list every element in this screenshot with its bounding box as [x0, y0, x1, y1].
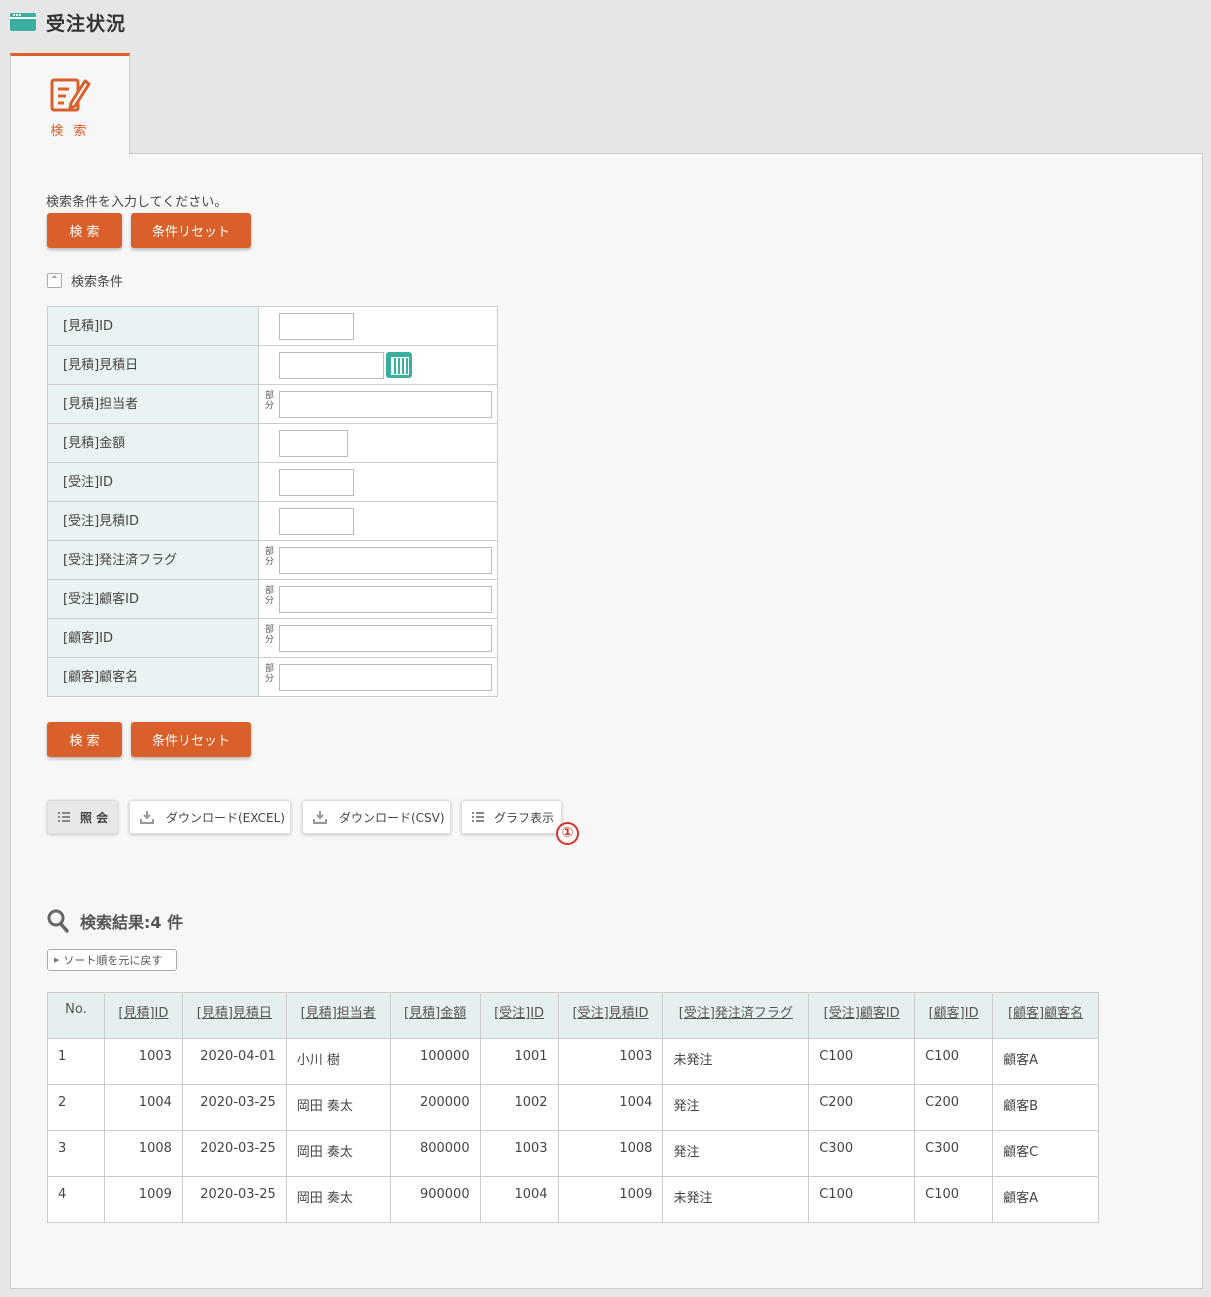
table-row[interactable]: 4 1009 2020-03-25 岡田 奏太 900000 1004 1009…	[47, 1176, 1099, 1223]
condition-row: [顧客]顧客名 部分	[47, 657, 498, 697]
download-csv-label: ダウンロード(CSV)	[339, 810, 445, 825]
table-row[interactable]: 2 1004 2020-03-25 岡田 奏太 200000 1002 1004…	[47, 1084, 1099, 1131]
page-header: 受注状況	[10, 9, 126, 35]
reset-button-top[interactable]: 条件リセット	[131, 213, 251, 248]
download-icon	[313, 811, 327, 824]
condition-row: [見積]金額	[47, 423, 498, 463]
column-header-no: No.	[47, 992, 105, 1039]
column-header-sortable[interactable]: [見積]担当者	[285, 992, 391, 1039]
column-header-sortable[interactable]: [見積]見積日	[181, 992, 287, 1039]
view-button-label: 照 会	[80, 810, 109, 825]
condition-row: [受注]発注済フラグ 部分	[47, 540, 498, 580]
order-estimate-id-input[interactable]	[279, 507, 354, 535]
list-icon	[58, 812, 70, 822]
column-header-sortable[interactable]: [顧客]顧客名	[992, 992, 1099, 1039]
order-customer-id-input[interactable]	[279, 585, 492, 613]
search-button-top[interactable]: 検 索	[47, 213, 122, 248]
partial-match-label: 部分	[265, 664, 275, 684]
sort-reset-label: ソート順を元に戻す	[63, 954, 163, 967]
view-button[interactable]: 照 会	[47, 800, 118, 834]
field-label: [受注]ID	[47, 462, 259, 502]
download-icon	[140, 811, 154, 824]
reset-button-bottom[interactable]: 条件リセット	[131, 722, 251, 757]
results-header: 検索結果:4 件	[47, 909, 183, 933]
condition-row: [受注]顧客ID 部分	[47, 579, 498, 619]
tab-search[interactable]: 検 索	[10, 53, 130, 155]
order-id-input[interactable]	[279, 468, 354, 496]
field-label: [受注]発注済フラグ	[47, 540, 259, 580]
field-label: [受注]見積ID	[47, 501, 259, 541]
page-title: 受注状況	[46, 12, 127, 35]
header-row: No. [見積]ID [見積]見積日 [見積]担当者 [見積]金額 [受注]ID…	[47, 992, 1099, 1039]
partial-match-label: 部分	[265, 547, 275, 567]
condition-row: [見積]見積日	[47, 345, 498, 385]
search-button-bottom[interactable]: 検 索	[47, 722, 122, 757]
estimate-id-input[interactable]	[279, 312, 354, 340]
partial-match-label: 部分	[265, 625, 275, 645]
field-label: [見積]見積日	[47, 345, 259, 385]
annotation-marker: ①	[556, 822, 579, 845]
field-label: [見積]担当者	[47, 384, 259, 424]
column-header-sortable[interactable]: [顧客]ID	[914, 992, 994, 1039]
search-instruction: 検索条件を入力してください。	[46, 195, 228, 210]
field-label: [見積]金額	[47, 423, 259, 463]
table-row[interactable]: 3 1008 2020-03-25 岡田 奏太 800000 1003 1008…	[47, 1130, 1099, 1177]
column-header-sortable[interactable]: [見積]ID	[103, 992, 183, 1039]
tab-label: 検 索	[50, 124, 90, 139]
column-header-sortable[interactable]: [受注]ID	[479, 992, 559, 1039]
conditions-toggle-label: 検索条件	[71, 275, 124, 290]
chevron-up-icon: ⌃	[47, 273, 62, 288]
list-icon	[472, 812, 484, 822]
column-header-sortable[interactable]: [受注]見積ID	[557, 992, 664, 1039]
column-header-sortable[interactable]: [受注]顧客ID	[808, 992, 916, 1039]
condition-row: [見積]担当者 部分	[47, 384, 498, 424]
partial-match-label: 部分	[265, 586, 275, 606]
estimate-staff-input[interactable]	[279, 390, 492, 418]
field-label: [顧客]ID	[47, 618, 259, 658]
results-table: No. [見積]ID [見積]見積日 [見積]担当者 [見積]金額 [受注]ID…	[47, 992, 1099, 1223]
condition-row: [受注]見積ID	[47, 501, 498, 541]
download-csv-button[interactable]: ダウンロード(CSV)	[302, 800, 451, 834]
condition-row: [受注]ID	[47, 462, 498, 502]
conditions-toggle[interactable]: ⌃ 検索条件	[47, 271, 123, 290]
customer-id-input[interactable]	[279, 624, 492, 652]
triangle-right-icon: ▶	[54, 956, 60, 964]
table-row[interactable]: 1 1003 2020-04-01 小川 樹 100000 1001 1003 …	[47, 1038, 1099, 1085]
column-header-sortable[interactable]: [見積]金額	[389, 992, 481, 1039]
partial-match-label: 部分	[265, 391, 275, 411]
window-icon	[10, 13, 36, 31]
condition-row: [見積]ID	[47, 306, 498, 346]
graph-button[interactable]: グラフ表示	[461, 800, 562, 834]
search-conditions-table: [見積]ID [見積]見積日 [見積]担当者 部分 [見積]金額 [受注]ID …	[47, 306, 498, 697]
order-flag-input[interactable]	[279, 546, 492, 574]
estimate-date-input[interactable]	[279, 351, 384, 379]
condition-row: [顧客]ID 部分	[47, 618, 498, 658]
download-excel-label: ダウンロード(EXCEL)	[166, 810, 285, 825]
download-excel-button[interactable]: ダウンロード(EXCEL)	[129, 800, 291, 834]
column-header-sortable[interactable]: [受注]発注済フラグ	[662, 992, 810, 1039]
graph-button-label: グラフ表示	[494, 810, 555, 825]
field-label: [顧客]顧客名	[47, 657, 259, 697]
sort-reset-button[interactable]: ▶ ソート順を元に戻す	[47, 949, 177, 971]
search-icon	[47, 909, 69, 933]
customer-name-input[interactable]	[279, 663, 492, 691]
calendar-icon[interactable]	[386, 352, 412, 378]
field-label: [見積]ID	[47, 306, 259, 346]
field-label: [受注]顧客ID	[47, 579, 259, 619]
edit-form-icon	[50, 78, 91, 112]
estimate-amount-input[interactable]	[279, 429, 348, 457]
results-title: 検索結果:4 件	[80, 913, 184, 932]
